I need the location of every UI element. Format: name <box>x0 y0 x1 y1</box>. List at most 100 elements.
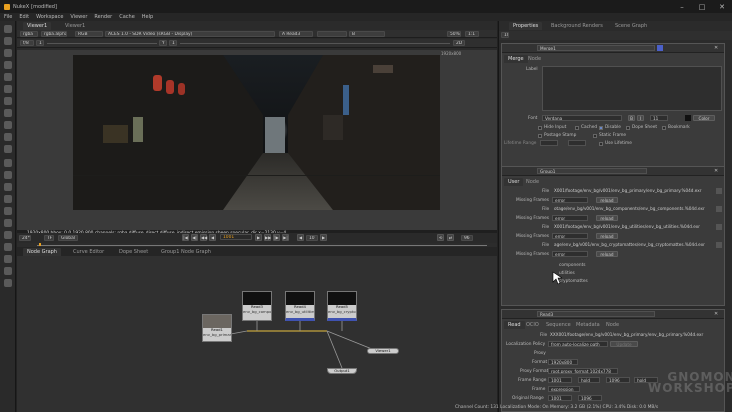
tab-sequence[interactable]: Sequence <box>542 321 575 329</box>
a-input-select[interactable]: A Read3 <box>279 31 313 37</box>
tab-properties[interactable]: Properties <box>509 22 543 30</box>
prev-keyframe-button[interactable]: ◀| <box>191 234 198 241</box>
tf-select[interactable]: TF <box>44 235 54 241</box>
draw-nodes-icon[interactable] <box>4 37 12 45</box>
keyer-nodes-icon[interactable] <box>4 97 12 105</box>
deep-nodes-icon[interactable] <box>4 159 12 167</box>
3d-nodes-icon[interactable] <box>4 133 12 141</box>
tab-background-renders[interactable]: Background Renders <box>547 22 607 30</box>
disable-checkbox[interactable] <box>599 126 603 130</box>
color-button[interactable]: Color <box>693 115 715 121</box>
reload-button-3[interactable]: reload <box>596 233 618 239</box>
max-panels-field[interactable]: 10 <box>501 32 509 38</box>
close-panel-icon[interactable]: ✕ <box>714 45 718 51</box>
tab-group-node[interactable]: Node <box>522 178 543 186</box>
air-icon[interactable] <box>4 243 12 251</box>
global-select[interactable]: Global <box>58 235 78 241</box>
image-nodes-icon[interactable] <box>4 25 12 33</box>
proxy-format-select[interactable]: root.proxy_format 1024x778 <box>548 368 618 374</box>
folder-icon-2[interactable] <box>716 206 722 212</box>
fps-select[interactable]: 24* <box>19 235 31 241</box>
color-nodes-icon[interactable] <box>4 73 12 81</box>
transform-nodes-icon[interactable] <box>4 121 12 129</box>
menu-item-components[interactable]: components <box>559 263 586 268</box>
alpha-select[interactable]: rgba.alpha <box>41 31 67 37</box>
merge-nodes-icon[interactable] <box>4 109 12 117</box>
italic-button[interactable]: I <box>637 115 644 121</box>
other-nodes-icon[interactable] <box>4 207 12 215</box>
bookmark-checkbox[interactable] <box>662 126 666 130</box>
end-frame-field[interactable]: 96 <box>461 235 473 241</box>
node-graph-panel[interactable]: Node Graph Curve Editor Dope Sheet Group… <box>17 247 497 412</box>
tab-viewer1[interactable]: Viewer1 <box>23 22 52 30</box>
menu-file[interactable]: File <box>4 14 12 20</box>
font-size-field[interactable]: 11 <box>650 115 668 121</box>
bounce-button[interactable]: ⇄ <box>447 234 454 241</box>
viewer-canvas[interactable]: 1920x800 <box>17 50 497 230</box>
reload-button-2[interactable]: reload <box>596 215 618 221</box>
output1-node[interactable]: Output1 <box>327 368 357 374</box>
file-path-2[interactable]: otage/env_bg/v001/env_bg_components/env_… <box>552 206 714 212</box>
read3-name-field[interactable]: Read3 <box>537 311 655 317</box>
use-lifetime-checkbox[interactable] <box>599 142 603 146</box>
blend-select[interactable] <box>317 31 347 37</box>
tab-viewer1-second[interactable]: Viewer1 <box>61 22 89 30</box>
menu-workspace[interactable]: Workspace <box>36 14 63 20</box>
tab-user[interactable]: User <box>504 178 524 186</box>
reload-button-1[interactable]: reload <box>596 197 618 203</box>
last-frame-button[interactable]: ▶| <box>282 234 289 241</box>
menu-viewer[interactable]: Viewer <box>70 14 87 20</box>
skip-forward-button[interactable]: ▶ <box>320 234 327 241</box>
menu-help[interactable]: Help <box>142 14 153 20</box>
format-select[interactable]: 1920x800 <box>548 359 578 365</box>
tab-scene-graph[interactable]: Scene Graph <box>611 22 651 30</box>
original-last-field[interactable]: 1096 <box>578 395 602 401</box>
missing-frames-select-4[interactable]: error <box>552 251 588 257</box>
channel-nodes-icon[interactable] <box>4 61 12 69</box>
frame-mode-select[interactable]: expression <box>548 386 580 392</box>
update-button[interactable]: Update <box>610 341 638 347</box>
node-color-swatch[interactable] <box>657 45 663 51</box>
tab-group1-node-graph[interactable]: Group1 Node Graph <box>157 248 215 256</box>
read4-node[interactable]: Read4 env_bg_utilities.1001.exr <box>285 291 315 321</box>
folder-icon-1[interactable] <box>716 188 722 194</box>
step-back-button[interactable]: ◀◀ <box>200 234 207 241</box>
localization-policy-select[interactable]: from auto-localize path <box>548 341 608 347</box>
step-forward-button[interactable]: ▶▶ <box>264 234 271 241</box>
gain-slider[interactable] <box>47 43 157 44</box>
tab-ocio[interactable]: OCIO <box>522 321 543 329</box>
particles-nodes-icon[interactable] <box>4 145 12 153</box>
merge1-name-field[interactable]: Merge1 <box>537 45 655 51</box>
colorspace-select[interactable]: ACES 1.0 - SDR Video (sRGB - Display) <box>105 31 275 37</box>
time-nodes-icon[interactable] <box>4 49 12 57</box>
frame-increment-field[interactable]: 10 <box>306 235 318 241</box>
folder-icon-4[interactable] <box>716 242 722 248</box>
file-path-1[interactable]: X001/footage/env_bg/v001/env_bg_primary/… <box>552 188 714 194</box>
skip-back-button[interactable]: ◀ <box>297 234 304 241</box>
zoom-select[interactable]: 50% <box>447 31 461 37</box>
read3-node[interactable]: Read3 env_bg_components.1001.exr <box>242 291 272 321</box>
missing-frames-select-1[interactable]: error <box>552 197 588 203</box>
ocio-icon[interactable] <box>4 255 12 263</box>
gain-field[interactable]: f/8 <box>20 40 34 46</box>
lifetime-start-field[interactable] <box>540 140 558 146</box>
gamma-slider[interactable] <box>180 43 450 44</box>
cached-checkbox[interactable] <box>575 126 579 130</box>
last-frame-field[interactable]: 1096 <box>606 377 630 383</box>
close-button[interactable]: ✕ <box>712 0 732 13</box>
cara-vr-icon[interactable] <box>4 231 12 239</box>
menu-edit[interactable]: Edit <box>19 14 29 20</box>
folder-icon-3[interactable] <box>716 224 722 230</box>
play-backward-button[interactable]: ◀ <box>209 234 216 241</box>
read5-node[interactable]: Read5 env_bg_cryptomattes.1001.exr <box>327 291 357 321</box>
vc-icon[interactable] <box>4 267 12 275</box>
static-frame-checkbox[interactable] <box>593 134 597 138</box>
file-path-4[interactable]: age/env_bg/v001/env_bg_cryptomattes/env_… <box>552 242 714 248</box>
first-frame-button[interactable]: |◀ <box>182 234 189 241</box>
menu-cache[interactable]: Cache <box>119 14 135 20</box>
b-input-select[interactable]: B <box>349 31 385 37</box>
close-read-panel-icon[interactable]: ✕ <box>714 311 718 317</box>
tab-dope-sheet[interactable]: Dope Sheet <box>115 248 152 256</box>
plugins-icon[interactable] <box>4 279 12 287</box>
loop-button[interactable]: ⟲ <box>437 234 444 241</box>
